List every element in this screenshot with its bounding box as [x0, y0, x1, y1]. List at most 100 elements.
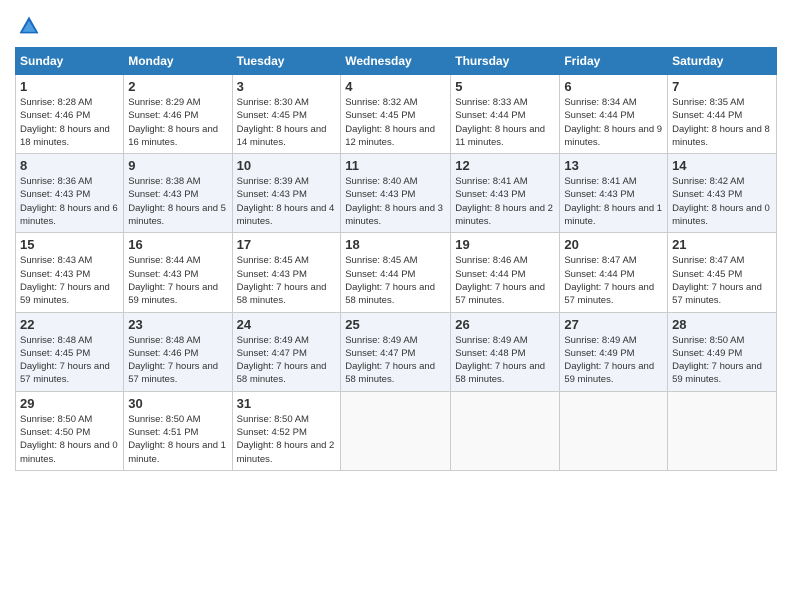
day-number: 16: [128, 237, 227, 252]
day-detail: Sunrise: 8:40 AMSunset: 4:43 PMDaylight:…: [345, 176, 443, 227]
day-number: 26: [455, 317, 555, 332]
calendar-cell: 15 Sunrise: 8:43 AMSunset: 4:43 PMDaylig…: [16, 233, 124, 312]
day-number: 24: [237, 317, 337, 332]
calendar-cell: 3 Sunrise: 8:30 AMSunset: 4:45 PMDayligh…: [232, 75, 341, 154]
day-number: 28: [672, 317, 772, 332]
calendar-cell: 24 Sunrise: 8:49 AMSunset: 4:47 PMDaylig…: [232, 312, 341, 391]
day-number: 25: [345, 317, 446, 332]
calendar-cell: 22 Sunrise: 8:48 AMSunset: 4:45 PMDaylig…: [16, 312, 124, 391]
calendar-cell: 19 Sunrise: 8:46 AMSunset: 4:44 PMDaylig…: [451, 233, 560, 312]
column-header-tuesday: Tuesday: [232, 48, 341, 75]
column-header-saturday: Saturday: [668, 48, 777, 75]
day-number: 9: [128, 158, 227, 173]
calendar-cell: 23 Sunrise: 8:48 AMSunset: 4:46 PMDaylig…: [124, 312, 232, 391]
day-detail: Sunrise: 8:45 AMSunset: 4:44 PMDaylight:…: [345, 255, 435, 306]
day-detail: Sunrise: 8:47 AMSunset: 4:45 PMDaylight:…: [672, 255, 762, 306]
day-detail: Sunrise: 8:28 AMSunset: 4:46 PMDaylight:…: [20, 97, 110, 148]
calendar-cell: 16 Sunrise: 8:44 AMSunset: 4:43 PMDaylig…: [124, 233, 232, 312]
day-detail: Sunrise: 8:49 AMSunset: 4:47 PMDaylight:…: [345, 335, 435, 386]
calendar-week-3: 15 Sunrise: 8:43 AMSunset: 4:43 PMDaylig…: [16, 233, 777, 312]
calendar-cell: 29 Sunrise: 8:50 AMSunset: 4:50 PMDaylig…: [16, 391, 124, 470]
day-detail: Sunrise: 8:50 AMSunset: 4:49 PMDaylight:…: [672, 335, 762, 386]
calendar-cell: 17 Sunrise: 8:45 AMSunset: 4:43 PMDaylig…: [232, 233, 341, 312]
day-number: 15: [20, 237, 119, 252]
day-number: 1: [20, 79, 119, 94]
day-detail: Sunrise: 8:30 AMSunset: 4:45 PMDaylight:…: [237, 97, 327, 148]
day-number: 4: [345, 79, 446, 94]
day-number: 6: [564, 79, 663, 94]
calendar-cell: 21 Sunrise: 8:47 AMSunset: 4:45 PMDaylig…: [668, 233, 777, 312]
calendar-cell: 9 Sunrise: 8:38 AMSunset: 4:43 PMDayligh…: [124, 154, 232, 233]
day-number: 19: [455, 237, 555, 252]
day-detail: Sunrise: 8:29 AMSunset: 4:46 PMDaylight:…: [128, 97, 218, 148]
day-number: 8: [20, 158, 119, 173]
day-number: 7: [672, 79, 772, 94]
day-detail: Sunrise: 8:46 AMSunset: 4:44 PMDaylight:…: [455, 255, 545, 306]
calendar-week-2: 8 Sunrise: 8:36 AMSunset: 4:43 PMDayligh…: [16, 154, 777, 233]
calendar-cell: 13 Sunrise: 8:41 AMSunset: 4:43 PMDaylig…: [560, 154, 668, 233]
day-number: 13: [564, 158, 663, 173]
calendar-cell: 7 Sunrise: 8:35 AMSunset: 4:44 PMDayligh…: [668, 75, 777, 154]
calendar-cell: 26 Sunrise: 8:49 AMSunset: 4:48 PMDaylig…: [451, 312, 560, 391]
day-detail: Sunrise: 8:43 AMSunset: 4:43 PMDaylight:…: [20, 255, 110, 306]
calendar-header-row: SundayMondayTuesdayWednesdayThursdayFrid…: [16, 48, 777, 75]
calendar-cell: [341, 391, 451, 470]
day-number: 27: [564, 317, 663, 332]
calendar-cell: 27 Sunrise: 8:49 AMSunset: 4:49 PMDaylig…: [560, 312, 668, 391]
header: [15, 15, 777, 37]
column-header-monday: Monday: [124, 48, 232, 75]
day-number: 17: [237, 237, 337, 252]
column-header-thursday: Thursday: [451, 48, 560, 75]
day-detail: Sunrise: 8:33 AMSunset: 4:44 PMDaylight:…: [455, 97, 545, 148]
calendar-cell: 20 Sunrise: 8:47 AMSunset: 4:44 PMDaylig…: [560, 233, 668, 312]
day-number: 22: [20, 317, 119, 332]
day-detail: Sunrise: 8:41 AMSunset: 4:43 PMDaylight:…: [455, 176, 553, 227]
calendar-cell: 30 Sunrise: 8:50 AMSunset: 4:51 PMDaylig…: [124, 391, 232, 470]
calendar-cell: 10 Sunrise: 8:39 AMSunset: 4:43 PMDaylig…: [232, 154, 341, 233]
day-number: 29: [20, 396, 119, 411]
calendar-cell: 18 Sunrise: 8:45 AMSunset: 4:44 PMDaylig…: [341, 233, 451, 312]
calendar-cell: 2 Sunrise: 8:29 AMSunset: 4:46 PMDayligh…: [124, 75, 232, 154]
calendar-cell: 8 Sunrise: 8:36 AMSunset: 4:43 PMDayligh…: [16, 154, 124, 233]
day-number: 14: [672, 158, 772, 173]
calendar-cell: 5 Sunrise: 8:33 AMSunset: 4:44 PMDayligh…: [451, 75, 560, 154]
logo-icon: [18, 15, 40, 37]
day-detail: Sunrise: 8:49 AMSunset: 4:48 PMDaylight:…: [455, 335, 545, 386]
day-number: 18: [345, 237, 446, 252]
day-detail: Sunrise: 8:48 AMSunset: 4:45 PMDaylight:…: [20, 335, 110, 386]
day-number: 2: [128, 79, 227, 94]
day-detail: Sunrise: 8:49 AMSunset: 4:47 PMDaylight:…: [237, 335, 327, 386]
day-number: 12: [455, 158, 555, 173]
calendar-cell: [451, 391, 560, 470]
day-detail: Sunrise: 8:35 AMSunset: 4:44 PMDaylight:…: [672, 97, 770, 148]
day-number: 20: [564, 237, 663, 252]
day-detail: Sunrise: 8:34 AMSunset: 4:44 PMDaylight:…: [564, 97, 662, 148]
column-header-sunday: Sunday: [16, 48, 124, 75]
day-detail: Sunrise: 8:48 AMSunset: 4:46 PMDaylight:…: [128, 335, 218, 386]
day-detail: Sunrise: 8:38 AMSunset: 4:43 PMDaylight:…: [128, 176, 226, 227]
column-header-friday: Friday: [560, 48, 668, 75]
day-detail: Sunrise: 8:41 AMSunset: 4:43 PMDaylight:…: [564, 176, 662, 227]
calendar-table: SundayMondayTuesdayWednesdayThursdayFrid…: [15, 47, 777, 471]
day-number: 30: [128, 396, 227, 411]
calendar-cell: 14 Sunrise: 8:42 AMSunset: 4:43 PMDaylig…: [668, 154, 777, 233]
calendar-cell: 12 Sunrise: 8:41 AMSunset: 4:43 PMDaylig…: [451, 154, 560, 233]
calendar-cell: 28 Sunrise: 8:50 AMSunset: 4:49 PMDaylig…: [668, 312, 777, 391]
day-detail: Sunrise: 8:50 AMSunset: 4:52 PMDaylight:…: [237, 414, 335, 465]
calendar-cell: [668, 391, 777, 470]
day-number: 10: [237, 158, 337, 173]
day-detail: Sunrise: 8:45 AMSunset: 4:43 PMDaylight:…: [237, 255, 327, 306]
day-detail: Sunrise: 8:42 AMSunset: 4:43 PMDaylight:…: [672, 176, 770, 227]
day-number: 11: [345, 158, 446, 173]
day-detail: Sunrise: 8:44 AMSunset: 4:43 PMDaylight:…: [128, 255, 218, 306]
calendar-week-5: 29 Sunrise: 8:50 AMSunset: 4:50 PMDaylig…: [16, 391, 777, 470]
day-detail: Sunrise: 8:49 AMSunset: 4:49 PMDaylight:…: [564, 335, 654, 386]
calendar-cell: 1 Sunrise: 8:28 AMSunset: 4:46 PMDayligh…: [16, 75, 124, 154]
day-detail: Sunrise: 8:47 AMSunset: 4:44 PMDaylight:…: [564, 255, 654, 306]
calendar-cell: 6 Sunrise: 8:34 AMSunset: 4:44 PMDayligh…: [560, 75, 668, 154]
day-number: 23: [128, 317, 227, 332]
day-number: 5: [455, 79, 555, 94]
logo: [15, 15, 40, 37]
calendar-cell: 31 Sunrise: 8:50 AMSunset: 4:52 PMDaylig…: [232, 391, 341, 470]
calendar-cell: [560, 391, 668, 470]
